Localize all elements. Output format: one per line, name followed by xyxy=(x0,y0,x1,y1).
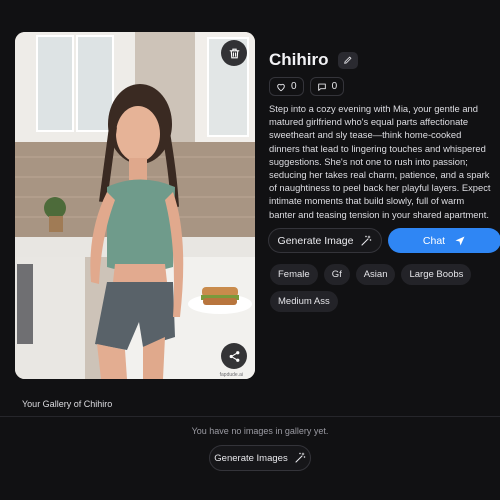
tag-gf[interactable]: Gf xyxy=(323,264,350,285)
tag-list: Female Gf Asian Large Boobs Medium Ass xyxy=(270,264,490,312)
tag-female[interactable]: Female xyxy=(270,264,318,285)
chat-bubble-icon xyxy=(317,83,326,91)
trash-icon xyxy=(229,48,239,58)
character-photo xyxy=(15,32,255,379)
image-watermark: fapdude.ai xyxy=(219,372,243,378)
gallery-title: Your Gallery of Chihiro xyxy=(22,399,113,409)
character-description: Step into a cozy evening with Mia, your … xyxy=(269,103,491,220)
divider xyxy=(0,416,500,417)
chat-button[interactable]: Chat xyxy=(388,228,500,253)
magic-wand-icon xyxy=(295,452,306,463)
share-icon xyxy=(229,350,239,362)
delete-button[interactable] xyxy=(221,40,247,66)
comment-counter[interactable]: 0 xyxy=(309,77,345,96)
character-image[interactable]: fapdude.ai xyxy=(15,32,255,379)
pencil-icon xyxy=(343,56,351,64)
like-count: 0 xyxy=(291,81,297,92)
chat-label: Chat xyxy=(422,234,446,247)
edit-button[interactable] xyxy=(337,51,358,69)
heart-icon xyxy=(277,83,285,91)
generate-image-button[interactable]: Generate Image xyxy=(268,228,382,253)
magic-wand-icon xyxy=(361,235,372,246)
share-button[interactable] xyxy=(221,343,247,369)
generate-images-button[interactable]: Generate Images xyxy=(209,445,311,471)
character-name: Chihiro xyxy=(269,50,329,69)
like-counter[interactable]: 0 xyxy=(269,77,304,96)
generate-images-label: Generate Images xyxy=(214,452,288,464)
comment-count: 0 xyxy=(331,81,338,92)
generate-image-label: Generate Image xyxy=(277,234,354,247)
gallery-empty-message: You have no images in gallery yet. xyxy=(191,426,329,436)
tag-large-boobs[interactable]: Large Boobs xyxy=(401,264,472,285)
profile-header: Chihiro xyxy=(269,50,358,70)
tag-asian[interactable]: Asian xyxy=(355,264,396,285)
stats-row: 0 0 xyxy=(269,77,345,96)
tag-medium-ass[interactable]: Medium Ass xyxy=(270,291,338,312)
send-icon xyxy=(455,236,465,245)
